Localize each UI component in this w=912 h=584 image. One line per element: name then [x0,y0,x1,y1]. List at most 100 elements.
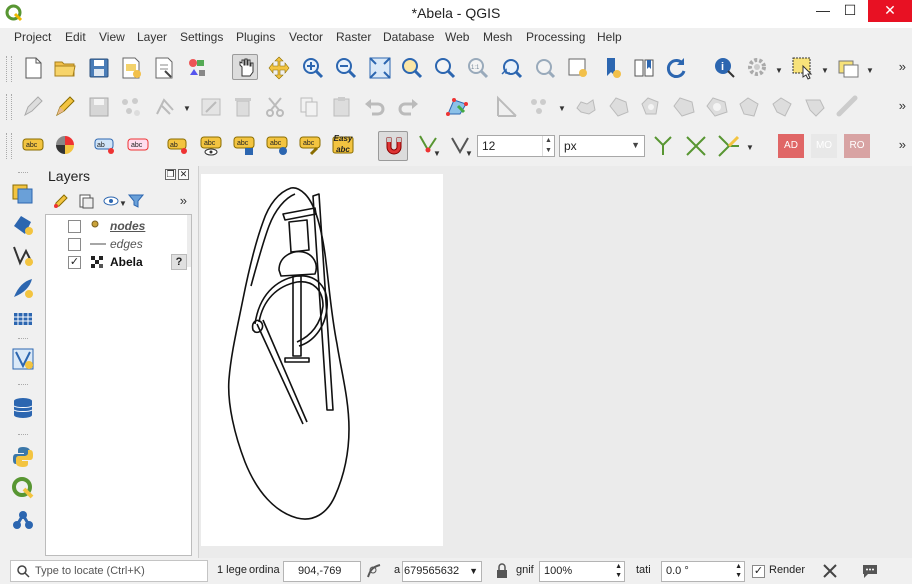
simplify-icon[interactable] [573,94,599,120]
locator-search-input[interactable]: Type to locate (Ctrl+K) [10,560,208,582]
digitize-shape-icon[interactable] [444,94,470,120]
menu-layer[interactable]: Layer [137,30,167,44]
coordinate-field[interactable]: 904,-769 [283,561,361,582]
new-shapefile-layer-icon[interactable] [10,346,36,372]
add-ring-icon[interactable] [606,94,632,120]
cut-features-icon[interactable] [263,94,289,120]
ad-button[interactable]: AD [778,134,804,158]
menu-view[interactable]: View [99,30,125,44]
visibility-dropdown-icon[interactable]: ▼ [119,199,127,208]
topological-editing-icon[interactable] [650,133,676,159]
rotation-spinbox[interactable]: 0.0 ° ▲ ▼ [661,561,745,582]
render-checkbox[interactable]: ✓ [752,565,765,578]
save-edits-icon[interactable] [86,94,112,120]
select-dropdown-icon[interactable]: ▼ [821,66,829,75]
circular-dropdown-icon[interactable]: ▼ [558,104,566,113]
maximize-button[interactable]: ☐ [833,0,867,22]
map-canvas[interactable] [198,166,912,558]
tracing-icon[interactable] [716,133,742,159]
pan-to-selection-icon[interactable] [266,55,292,81]
action-dropdown-icon[interactable]: ▼ [775,66,783,75]
layer-visibility-checkbox[interactable]: ✓ [68,256,81,269]
zoom-to-selection-icon[interactable] [399,55,425,81]
layer-row-edges[interactable]: edges [46,235,191,253]
action-gear-icon[interactable] [745,55,771,81]
add-circular-string-icon[interactable] [527,94,553,120]
show-hide-labels-icon[interactable]: ab [165,132,191,158]
open-layer-styling-icon[interactable] [52,192,72,210]
snap-type-dropdown-icon[interactable]: ▼ [465,149,473,158]
tree-scrollbar[interactable] [187,215,191,267]
filter-legend-icon[interactable] [127,192,147,210]
toolbar-grip[interactable] [6,94,12,120]
messages-icon[interactable] [861,562,879,580]
ro-button[interactable]: RO [844,134,870,158]
current-edits-icon[interactable] [20,94,46,120]
vertex-tool-icon[interactable] [152,94,178,120]
spin-arrows-icon[interactable]: ▲ ▼ [735,562,742,580]
add-vector-layer-icon[interactable] [10,212,36,238]
offset-curve-icon[interactable] [802,94,828,120]
split-features-icon[interactable] [835,94,861,120]
layers-toolbar-overflow-icon[interactable]: » [180,193,187,208]
toolbar-grip[interactable] [18,172,28,173]
open-project-icon[interactable] [52,55,78,81]
menu-plugins[interactable]: Plugins [236,30,275,44]
layer-labeling-icon[interactable]: abc [20,132,46,158]
layer-diagram-icon[interactable] [52,132,78,158]
select-features-icon[interactable] [790,55,816,81]
deselect-dropdown-icon[interactable]: ▼ [866,66,874,75]
tracing-dropdown-icon[interactable]: ▼ [746,143,754,152]
move-label-icon[interactable]: abc [198,132,224,158]
add-point-feature-icon[interactable] [118,94,144,120]
save-project-icon[interactable] [86,55,112,81]
fill-ring-icon[interactable] [671,94,697,120]
refresh-icon[interactable] [663,55,689,81]
zoom-in-icon[interactable] [300,55,326,81]
advanced-digitizing-icon[interactable] [494,94,520,120]
add-group-icon[interactable] [77,192,97,210]
data-source-manager-icon[interactable] [10,181,36,207]
mo-button[interactable]: MO [811,134,837,158]
layer-visibility-checkbox[interactable] [68,220,81,233]
reshape-features-icon[interactable] [769,94,795,120]
add-part-icon[interactable] [638,94,664,120]
redo-icon[interactable] [395,94,421,120]
menu-database[interactable]: Database [383,30,434,44]
undo-icon[interactable] [362,94,388,120]
menu-mesh[interactable]: Mesh [483,30,512,44]
modify-attributes-icon[interactable] [198,94,224,120]
pan-map-icon[interactable] [232,54,258,80]
menu-vector[interactable]: Vector [289,30,323,44]
menu-raster[interactable]: Raster [336,30,371,44]
delete-part-icon[interactable] [737,94,763,120]
paste-features-icon[interactable] [329,94,355,120]
layer-warning-badge[interactable]: ? [171,254,187,270]
spin-arrows-icon[interactable]: ▲ ▼ [615,562,622,580]
menu-project[interactable]: Project [14,30,51,44]
new-project-icon[interactable] [20,55,46,81]
qgis-plugins-icon[interactable] [10,475,36,501]
snapping-magnet-icon[interactable] [378,131,408,161]
zoom-full-icon[interactable] [367,55,393,81]
style-manager-icon[interactable] [184,55,210,81]
identify-features-icon[interactable]: i [712,55,738,81]
toolbar1-overflow-icon[interactable]: » [899,59,906,74]
toolbar-grip[interactable] [6,56,12,82]
float-panel-icon[interactable]: ❐ [165,169,176,180]
new-bookmark-icon[interactable] [599,55,625,81]
toolbar2-overflow-icon[interactable]: » [899,98,906,113]
scale-combobox[interactable]: 679565632 ▼ [402,561,482,582]
pin-unpin-labels-icon[interactable]: abc [125,132,151,158]
rotate-label-icon[interactable]: abc [231,132,257,158]
highlight-pinned-labels-icon[interactable]: ab [92,132,118,158]
toolbar-grip[interactable] [6,133,12,159]
database-icon[interactable] [10,395,36,421]
lock-scale-icon[interactable] [493,562,511,580]
crs-status-icon[interactable] [821,562,839,580]
zoom-to-layer-icon[interactable] [432,55,458,81]
new-map-view-icon[interactable] [565,55,591,81]
delete-selected-icon[interactable] [230,94,256,120]
menu-edit[interactable]: Edit [65,30,86,44]
menu-help[interactable]: Help [597,30,622,44]
